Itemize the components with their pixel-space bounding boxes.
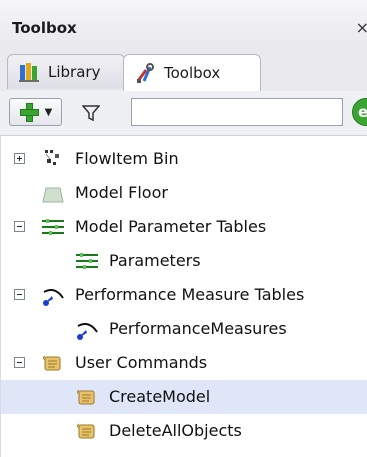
tab-toolbox[interactable]: Toolbox bbox=[123, 54, 261, 91]
scroll-icon bbox=[77, 389, 95, 405]
performance-measure-icon bbox=[43, 289, 64, 306]
tree-item[interactable]: Model Parameter Tables bbox=[1, 210, 367, 244]
plus-icon bbox=[19, 102, 39, 122]
add-dropdown-button[interactable]: ▼ bbox=[9, 98, 62, 126]
tab-library-label: Library bbox=[48, 63, 101, 81]
collapse-icon[interactable] bbox=[14, 357, 25, 368]
tree-item-label: Model Parameter Tables bbox=[75, 217, 267, 236]
search-go-button[interactable]: e bbox=[352, 98, 367, 126]
filter-icon[interactable] bbox=[82, 104, 100, 122]
toolbox-icon bbox=[136, 63, 154, 83]
search-input[interactable] bbox=[131, 98, 343, 126]
panel-title: Toolbox bbox=[12, 19, 77, 37]
toolbox-tree: FlowItem Bin Model Floor Model Parameter T… bbox=[0, 136, 367, 457]
close-icon[interactable]: × bbox=[356, 18, 367, 37]
tab-toolbox-label: Toolbox bbox=[164, 64, 221, 82]
tree-item-label: Parameters bbox=[109, 251, 201, 270]
panel-titlebar: Toolbox × bbox=[0, 0, 367, 47]
tree-item-label: FlowItem Bin bbox=[75, 149, 179, 168]
tree-item-label: CreateModel bbox=[109, 387, 211, 406]
tree-item[interactable]: Performance Measure Tables bbox=[1, 278, 367, 312]
toolbar: ▼ e bbox=[0, 91, 367, 136]
tree-item[interactable]: FlowItem Bin bbox=[1, 142, 367, 176]
tree-item[interactable]: Model Floor bbox=[1, 176, 367, 210]
tree-item-label: User Commands bbox=[75, 353, 208, 372]
collapse-icon[interactable] bbox=[14, 289, 25, 300]
tab-strip: Library Toolbox bbox=[0, 46, 367, 92]
tree-item[interactable]: Parameters bbox=[1, 244, 367, 278]
tree-item-label: DeleteAllObjects bbox=[109, 421, 242, 440]
chevron-down-icon: ▼ bbox=[44, 106, 53, 118]
tree-item[interactable]: User Commands bbox=[1, 346, 367, 380]
tree-item[interactable]: DeleteAllObjects bbox=[1, 414, 367, 448]
toolbox-panel: Toolbox × Library Toolbox ▼ e FlowItem B… bbox=[0, 0, 367, 457]
tree-item-label: PerformanceMeasures bbox=[109, 319, 287, 338]
scroll-icon bbox=[43, 355, 61, 371]
expand-icon[interactable] bbox=[14, 153, 25, 164]
tree-item[interactable]: CreateModel bbox=[1, 380, 367, 414]
tree-item[interactable]: PerformanceMeasures bbox=[1, 312, 367, 346]
tab-library[interactable]: Library bbox=[7, 54, 125, 89]
model-floor-icon bbox=[42, 187, 64, 203]
parameter-table-icon bbox=[76, 253, 98, 269]
scroll-icon bbox=[77, 423, 95, 439]
library-icon bbox=[19, 63, 39, 82]
tree-item-label: Performance Measure Tables bbox=[75, 285, 305, 304]
performance-measure-icon bbox=[77, 323, 98, 340]
parameter-table-icon bbox=[42, 219, 64, 235]
collapse-icon[interactable] bbox=[14, 221, 25, 232]
flowitem-bin-icon bbox=[45, 150, 59, 165]
tree-item-label: Model Floor bbox=[75, 183, 168, 202]
